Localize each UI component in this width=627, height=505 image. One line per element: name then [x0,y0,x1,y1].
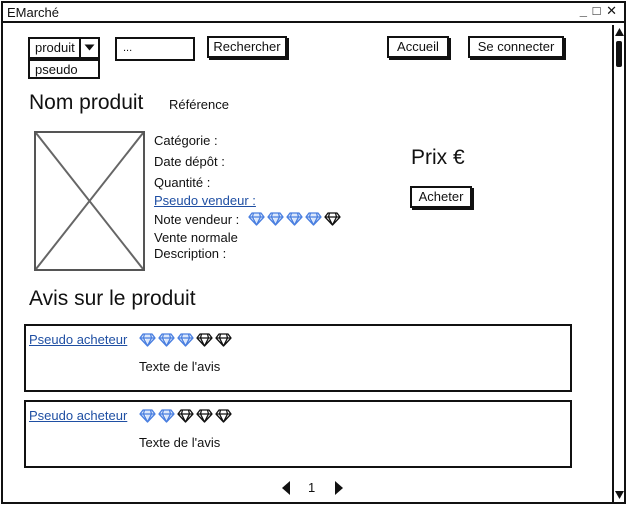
diamond-icon [196,409,213,423]
search-filter-select[interactable]: produit [28,37,100,59]
seller-pseudo-link[interactable]: Pseudo vendeur : [154,193,256,208]
chevron-down-icon [84,44,95,51]
category-label: Catégorie : [154,133,218,148]
search-button[interactable]: Rechercher [207,36,287,58]
current-page-number[interactable]: 1 [308,480,315,495]
maximize-button[interactable]: □ [593,3,602,18]
diamond-icon [139,409,156,423]
product-price: Prix € [411,146,465,169]
search-filter-value: produit [35,40,75,55]
next-page-icon[interactable] [334,481,344,495]
sale-type: Vente normale [154,230,238,245]
search-input-value: ... [123,42,133,54]
app-window: EMarché _ □ ✕ produit pseudo ... Recherc… [1,1,626,504]
diamond-icon [139,333,156,347]
login-button[interactable]: Se connecter [468,36,564,58]
diamond-icon [267,212,284,226]
product-reference: Référence [169,97,229,112]
scroll-down-arrow-icon[interactable] [615,491,624,499]
diamond-icon [215,409,232,423]
vertical-scrollbar[interactable] [612,25,624,502]
product-name: Nom produit [29,91,144,114]
diamond-icon [305,212,322,226]
search-filter-option-pseudo[interactable]: pseudo [28,59,100,79]
reviews-title: Avis sur le produit [29,287,196,310]
diamond-icon [158,333,175,347]
scroll-up-arrow-icon[interactable] [615,28,624,36]
search-input[interactable]: ... [115,37,195,61]
scroll-thumb[interactable] [616,41,622,67]
diamond-icon [158,409,175,423]
option-label: pseudo [35,62,78,77]
diamond-icon [177,409,194,423]
product-image-placeholder [34,131,145,271]
home-button[interactable]: Accueil [387,36,449,58]
description-label: Description : [154,246,227,261]
dropdown-toggle[interactable] [79,39,98,57]
diamond-icon [248,212,265,226]
review-card: Pseudo acheteur Texte de l'avis [24,400,572,468]
review-card: Pseudo acheteur Texte de l'avis [24,324,572,392]
diamond-icon [196,333,213,347]
review-text: Texte de l'avis [139,435,221,450]
review-author-link[interactable]: Pseudo acheteur [29,332,127,347]
diamond-icon [215,333,232,347]
diamond-icon [177,333,194,347]
buy-button[interactable]: Acheter [410,186,472,208]
image-placeholder-icon [35,132,144,270]
review-text: Texte de l'avis [139,359,221,374]
date-label: Date dépôt : [154,154,225,169]
close-button[interactable]: ✕ [606,3,618,19]
seller-rating [248,212,341,226]
review-author-link[interactable]: Pseudo acheteur [29,408,127,423]
quantity-label: Quantité : [154,175,211,190]
title-bar: EMarché _ □ ✕ [3,3,624,23]
minimize-button[interactable]: _ [580,3,588,18]
diamond-icon [286,212,303,226]
window-controls: _ □ ✕ [580,3,618,19]
previous-page-icon[interactable] [281,481,291,495]
review-rating [139,409,232,423]
diamond-icon [324,212,341,226]
review-rating [139,333,232,347]
seller-rating-label: Note vendeur : [154,212,240,227]
window-title: EMarché [7,5,60,20]
